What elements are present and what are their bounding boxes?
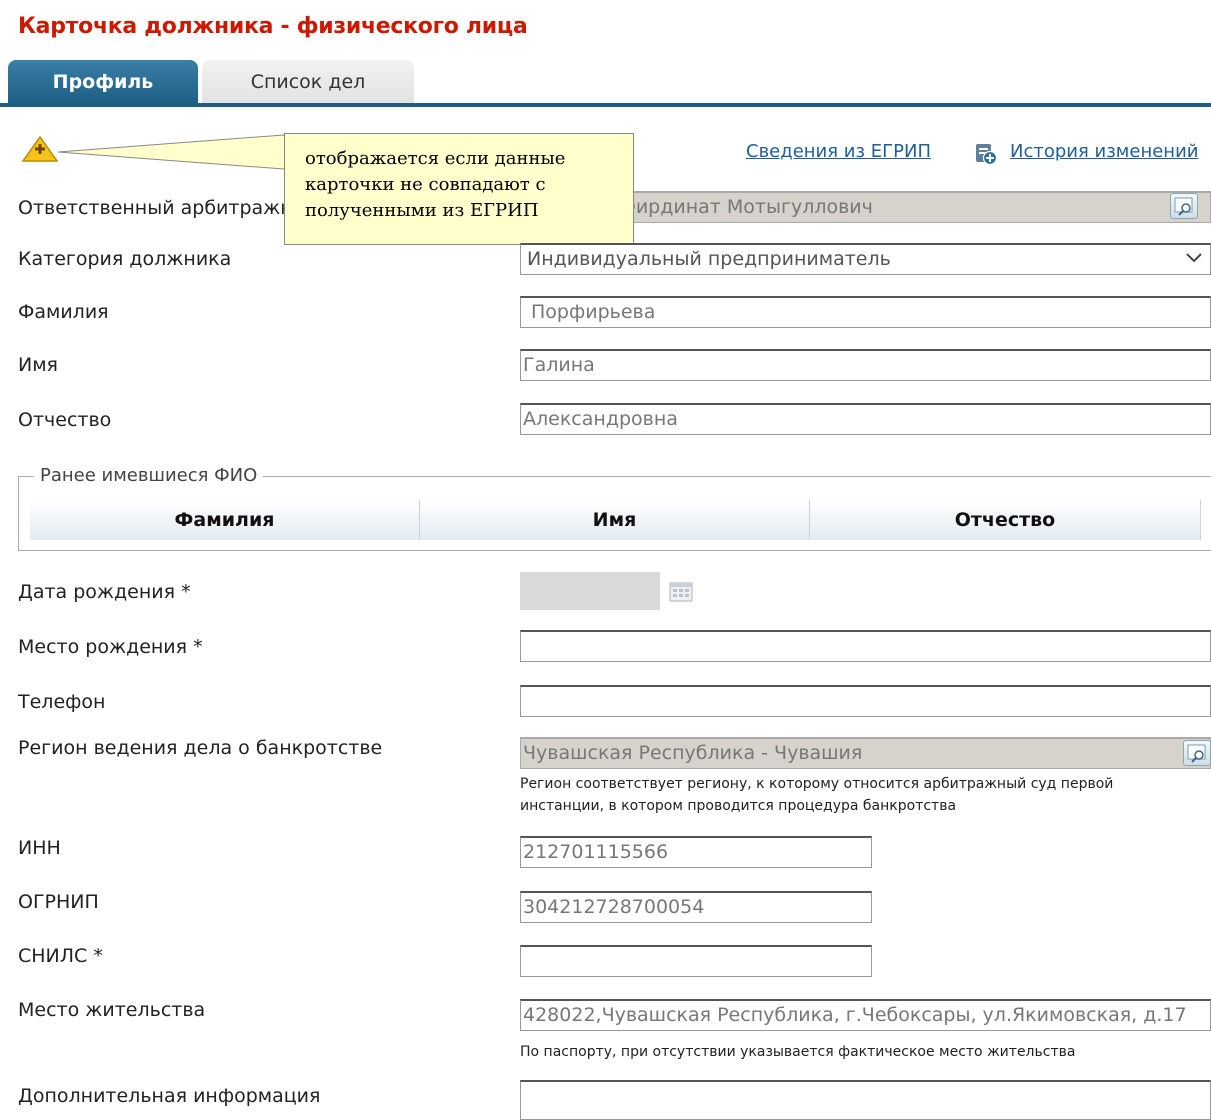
region-hint-line-2: инстанции, в котором проводится процедур…	[520, 798, 957, 814]
region-hint-line-1: Регион соответствует региону, к которому…	[520, 776, 1114, 792]
tab-underline	[0, 103, 1211, 107]
column-header-first-name[interactable]: Имя	[420, 500, 810, 540]
column-header-patronymic[interactable]: Отчество	[810, 500, 1201, 540]
residence-label: Место жительства	[18, 999, 206, 1021]
callout-pointer	[58, 134, 286, 170]
ogrnip-label: ОГРНИП	[18, 891, 99, 913]
egrip-mismatch-callout: отображается если данные карточки не сов…	[284, 133, 634, 245]
lookup-magnifier-icon	[1187, 744, 1206, 763]
manager-lookup-button[interactable]	[1170, 193, 1198, 219]
column-header-last-name[interactable]: Фамилия	[30, 500, 420, 540]
patronymic-label: Отчество	[18, 409, 112, 431]
history-icon	[976, 144, 998, 166]
inn-input[interactable]: 212701115566	[520, 836, 872, 868]
snils-input[interactable]	[520, 945, 872, 977]
region-value: Чувашская Республика - Чувашия	[523, 742, 863, 764]
first-name-label: Имя	[18, 354, 58, 376]
lookup-magnifier-icon	[1174, 197, 1193, 216]
previous-names-legend: Ранее имевшиеся ФИО	[34, 465, 264, 486]
residence-hint: По паспорту, при отсутствии указывается …	[520, 1044, 1076, 1060]
history-link[interactable]: История изменений	[1010, 141, 1198, 162]
category-label: Категория должника	[18, 248, 232, 270]
region-lookup-button[interactable]	[1183, 740, 1211, 766]
tab-case-list[interactable]: Список дел	[202, 60, 414, 104]
region-field[interactable]: Чувашская Республика - Чувашия	[520, 737, 1211, 769]
birth-place-input[interactable]	[520, 630, 1211, 662]
tab-profile[interactable]: Профиль	[8, 60, 198, 104]
last-name-input[interactable]: Порфирьева	[520, 296, 1211, 328]
page-title: Карточка должника - физического лица	[18, 14, 528, 39]
ogrnip-input[interactable]: 304212728700054	[520, 891, 872, 923]
additional-info-input[interactable]	[520, 1080, 1211, 1120]
last-name-label: Фамилия	[18, 301, 109, 323]
region-label: Регион ведения дела о банкротстве	[18, 737, 383, 759]
category-select[interactable]: Индивидуальный предприниматель	[520, 243, 1211, 275]
region-hint: Регион соответствует региону, к которому…	[520, 773, 1113, 817]
chevron-down-icon[interactable]	[1184, 251, 1204, 265]
phone-input[interactable]	[520, 685, 1211, 717]
snils-label: СНИЛС *	[18, 945, 103, 967]
additional-info-label: Дополнительная информация	[18, 1085, 321, 1107]
egrip-link[interactable]: Сведения из ЕГРИП	[746, 141, 931, 162]
warning-triangle-icon[interactable]	[20, 134, 60, 164]
birth-date-input[interactable]	[520, 572, 660, 610]
first-name-input[interactable]: Галина	[520, 349, 1211, 381]
birth-place-label: Место рождения *	[18, 636, 203, 658]
callout-line-2: карточки не совпадают с	[305, 174, 546, 195]
category-value: Индивидуальный предприниматель	[527, 248, 891, 270]
patronymic-input[interactable]: Александровна	[520, 403, 1211, 435]
inn-label: ИНН	[18, 837, 61, 859]
calendar-icon[interactable]	[668, 580, 694, 604]
residence-input[interactable]: 428022,Чувашская Республика, г.Чебоксары…	[520, 999, 1211, 1031]
callout-line-1: отображается если данные	[305, 148, 566, 169]
birth-date-label: Дата рождения *	[18, 581, 191, 603]
manager-value: н Фирдинат Мотыгуллович	[601, 196, 873, 218]
manager-label: Ответственный арбитражн	[18, 197, 293, 219]
callout-line-3: полученными из ЕГРИП	[305, 200, 539, 221]
phone-label: Телефон	[18, 691, 106, 713]
